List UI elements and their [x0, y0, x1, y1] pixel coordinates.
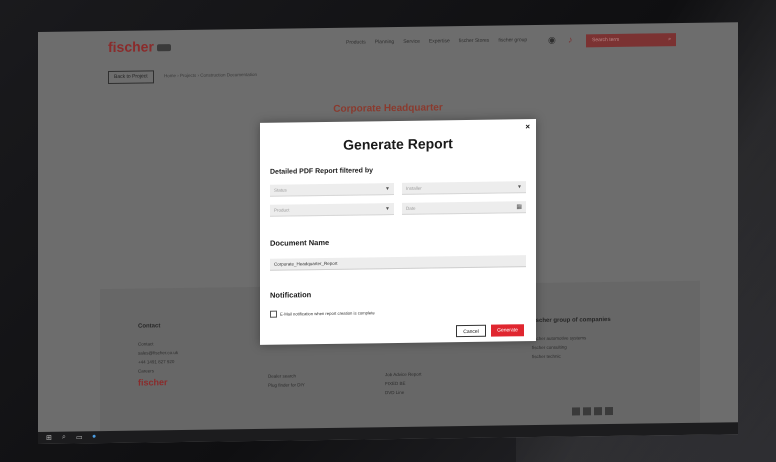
linkedin-icon[interactable] — [605, 406, 613, 416]
logo-badge-icon — [156, 43, 171, 52]
footer-group-heading: fischer group of companies — [532, 317, 611, 325]
footer-link[interactable]: fischer technic — [532, 351, 611, 361]
nav-item-planning[interactable]: Planning — [375, 39, 394, 45]
footer-column-2: Dealer search Plug finder for DIY — [268, 371, 305, 390]
breadcrumb[interactable]: Home › Projects › Construction Documenta… — [164, 72, 257, 78]
nav-item-expertise[interactable]: Expertise — [429, 38, 450, 44]
back-to-project-button[interactable]: Back to Project — [108, 70, 154, 85]
document-name-heading: Document Name — [270, 237, 330, 248]
footer-logo: fischer — [138, 377, 168, 388]
chevron-down-icon: ▼ — [385, 206, 390, 213]
instagram-icon[interactable] — [594, 407, 602, 416]
page-title: Corporate Headquarter — [333, 102, 443, 115]
notification-heading: Notification — [270, 290, 312, 300]
footer-link[interactable]: Plug finder for DIY — [268, 380, 305, 390]
document-name-input[interactable]: Corporate_Headquarter_Report — [270, 255, 526, 271]
footer-column-3: Job Advice Report FIXED BE DVD Line — [385, 370, 422, 398]
logo-text: fischer — [108, 38, 154, 56]
status-select-value: Status — [274, 187, 287, 193]
chevron-down-icon: ▼ — [385, 186, 390, 193]
notification-checkbox[interactable] — [270, 310, 277, 318]
calendar-icon[interactable]: ▦ — [516, 201, 522, 213]
nav-item-service[interactable]: Service — [403, 39, 420, 45]
windows-start-icon[interactable]: ⊞ — [46, 434, 52, 442]
filter-heading: Detailed PDF Report filtered by — [270, 167, 374, 176]
facebook-icon[interactable] — [572, 407, 580, 416]
chevron-down-icon: ▼ — [517, 184, 522, 191]
notification-option: E-Mail notification when report creation… — [270, 309, 375, 318]
search-icon[interactable]: ⌕ — [62, 434, 66, 442]
youtube-icon[interactable] — [583, 407, 591, 416]
product-select[interactable]: Product ▼ — [270, 203, 394, 217]
cancel-button[interactable]: Cancel — [456, 324, 486, 338]
fischer-logo[interactable]: fischer — [108, 38, 171, 55]
search-input[interactable]: Search term ⌕ — [586, 33, 676, 48]
product-select-value: Product — [274, 207, 290, 213]
footer-link[interactable]: DVD Line — [385, 388, 422, 398]
footer-phone: +44 1491 827 920 — [138, 359, 175, 365]
nav-item-group[interactable]: fischer group — [498, 37, 527, 43]
generate-button[interactable]: Generate — [491, 324, 524, 337]
dialog-title: Generate Report — [343, 135, 453, 153]
nav-item-products[interactable]: Products — [346, 39, 366, 45]
task-view-icon[interactable]: ▭ — [76, 433, 83, 441]
installer-select[interactable]: Installer ▼ — [402, 181, 526, 195]
browser-screen: fischer Products Planning Service Expert… — [38, 22, 738, 444]
generate-report-dialog: × Generate Report Detailed PDF Report fi… — [260, 119, 536, 345]
status-select[interactable]: Status ▼ — [270, 183, 394, 197]
installer-select-value: Installer — [406, 185, 422, 191]
date-picker[interactable]: Date ▦ — [402, 201, 526, 215]
date-picker-value: Date — [406, 205, 416, 211]
social-links — [572, 406, 613, 416]
search-icon: ⌕ — [668, 36, 671, 43]
search-placeholder: Search term — [592, 36, 620, 44]
footer-contact-column: Contact Contact sales@fischer.co.uk +44 … — [138, 322, 178, 388]
globe-icon[interactable]: ◉ — [548, 35, 556, 46]
footer-contact-heading: Contact — [138, 323, 161, 330]
footer-link[interactable]: Job Advice Report — [385, 370, 422, 380]
notification-checkbox-label: E-Mail notification when report creation… — [280, 310, 375, 317]
browser-icon[interactable]: ● — [92, 433, 96, 440]
nav-item-stores[interactable]: fischer Stores — [459, 38, 490, 44]
footer-careers-link[interactable]: Careers — [138, 366, 178, 376]
close-icon[interactable]: × — [525, 122, 530, 131]
notification-bell-icon[interactable]: ♪ — [568, 35, 573, 45]
main-nav: Products Planning Service Expertise fisc… — [346, 37, 527, 46]
footer-group-column: fischer group of companies fischer autom… — [532, 316, 611, 361]
